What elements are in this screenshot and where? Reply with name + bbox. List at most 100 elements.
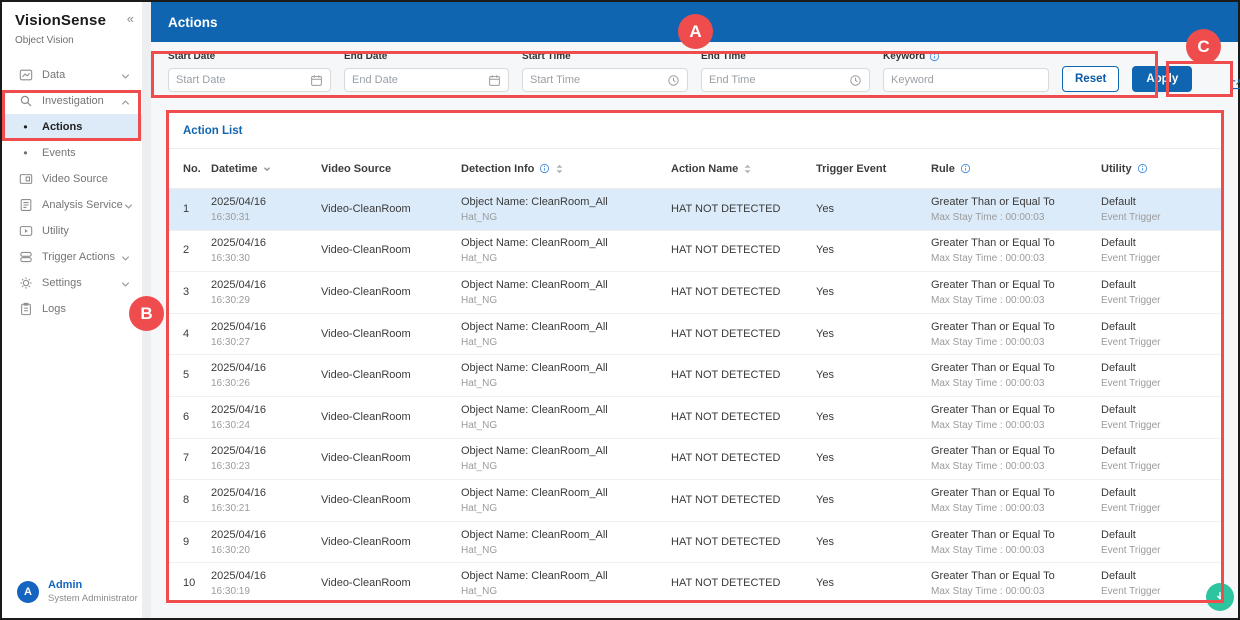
export-icon (1230, 78, 1240, 91)
sort-desc-icon[interactable] (262, 164, 272, 174)
cell-date: 2025/04/1616:30:29 (211, 279, 321, 306)
table-row[interactable]: 72025/04/1616:30:23Video-CleanRoomObject… (167, 439, 1222, 481)
cell-action_name: HAT NOT DETECTED (671, 244, 816, 257)
sidebar-item-label: Investigation (42, 95, 120, 107)
start-date-input[interactable] (176, 74, 304, 86)
sidebar-item-analysis-service[interactable]: Analysis Service (2, 192, 142, 218)
cell-utility_main: DefaultEvent Trigger (1101, 487, 1206, 514)
cell-value: 2025/04/16 (211, 570, 321, 583)
table-row[interactable]: 22025/04/1616:30:30Video-CleanRoomObject… (167, 231, 1222, 273)
sidebar-item-video-source[interactable]: Video Source (2, 166, 142, 192)
table-body: 12025/04/1616:30:31Video-CleanRoomObject… (167, 189, 1222, 605)
sort-icon[interactable] (743, 163, 752, 175)
cell-trigger_event: Yes (816, 411, 931, 424)
cell-subvalue: Event Trigger (1101, 295, 1206, 306)
table-row[interactable]: 82025/04/1616:30:21Video-CleanRoomObject… (167, 480, 1222, 522)
cell-value: Default (1101, 404, 1206, 417)
user-panel[interactable]: A Admin System Administrator (2, 579, 142, 618)
video-icon (18, 172, 33, 187)
sort-icon[interactable] (555, 163, 564, 175)
cell-subvalue: 16:30:26 (211, 378, 321, 389)
cell-value: Default (1101, 570, 1206, 583)
cell-value: Greater Than or Equal To (931, 279, 1101, 292)
export-button[interactable]: Export (1224, 77, 1240, 92)
sidebar-item-events[interactable]: •Events (2, 140, 142, 166)
cell-value: Object Name: CleanRoom_All (461, 445, 671, 458)
cell-trigger_event: Yes (816, 286, 931, 299)
cell-value: 3 (183, 286, 211, 299)
clock-icon[interactable] (849, 74, 862, 87)
cell-trigger_event: Yes (816, 244, 931, 257)
sidebar-item-settings[interactable]: Settings (2, 270, 142, 296)
table-row[interactable]: 32025/04/1616:30:29Video-CleanRoomObject… (167, 272, 1222, 314)
column-header-label: No. (183, 163, 201, 175)
cell-value: Object Name: CleanRoom_All (461, 529, 671, 542)
cell-detection_main: Object Name: CleanRoom_AllHat_NG (461, 570, 671, 597)
reset-button[interactable]: Reset (1062, 66, 1119, 92)
cell-subvalue: 16:30:21 (211, 503, 321, 514)
download-icon (1213, 590, 1227, 604)
column-header-action-name[interactable]: Action Name (671, 163, 816, 175)
cell-subvalue: Event Trigger (1101, 337, 1206, 348)
column-header-datetime[interactable]: Datetime (211, 163, 321, 175)
filter-label-text: End Date (344, 51, 387, 62)
info-icon[interactable] (1137, 163, 1148, 174)
cell-value: Default (1101, 445, 1206, 458)
column-header-detection-info[interactable]: Detection Info (461, 163, 671, 175)
table-row[interactable]: 102025/04/1616:30:19Video-CleanRoomObjec… (167, 563, 1222, 605)
cell-value: 8 (183, 494, 211, 507)
sidebar-item-label: Analysis Service (42, 199, 123, 211)
cell-video_source: Video-CleanRoom (321, 244, 461, 257)
table-row[interactable]: 52025/04/1616:30:26Video-CleanRoomObject… (167, 355, 1222, 397)
info-icon[interactable] (960, 163, 971, 174)
table-row[interactable]: 42025/04/1616:30:27Video-CleanRoomObject… (167, 314, 1222, 356)
calendar-icon[interactable] (310, 74, 323, 87)
cell-date: 2025/04/1616:30:30 (211, 237, 321, 264)
cell-value: 9 (183, 536, 211, 549)
cell-value: Greater Than or Equal To (931, 445, 1101, 458)
download-fab[interactable] (1206, 583, 1234, 611)
cell-rule_main: Greater Than or Equal ToMax Stay Time : … (931, 321, 1101, 348)
info-icon[interactable] (539, 163, 550, 174)
sidebar-item-actions[interactable]: •Actions (2, 114, 142, 140)
sidebar-item-trigger-actions[interactable]: Trigger Actions (2, 244, 142, 270)
sidebar-item-investigation[interactable]: Investigation (2, 88, 142, 114)
sidebar-item-logs[interactable]: Logs (2, 296, 142, 322)
cell-action_name: HAT NOT DETECTED (671, 328, 816, 341)
start-time-input[interactable] (530, 74, 661, 86)
action-list-title: Action List (167, 113, 1222, 149)
cell-date: 2025/04/1616:30:20 (211, 529, 321, 556)
cell-subvalue: Event Trigger (1101, 253, 1206, 264)
sidebar-resize-gutter[interactable] (142, 2, 151, 618)
cell-date: 2025/04/1616:30:23 (211, 445, 321, 472)
cell-detection_main: Object Name: CleanRoom_AllHat_NG (461, 279, 671, 306)
table-row[interactable]: 12025/04/1616:30:31Video-CleanRoomObject… (167, 189, 1222, 231)
cell-rule_main: Greater Than or Equal ToMax Stay Time : … (931, 529, 1101, 556)
cell-rule_main: Greater Than or Equal ToMax Stay Time : … (931, 196, 1101, 223)
cell-value: Video-CleanRoom (321, 411, 461, 424)
keyword-input[interactable] (891, 74, 1041, 86)
clock-icon[interactable] (667, 74, 680, 87)
cell-value: HAT NOT DETECTED (671, 536, 816, 549)
cell-video_source: Video-CleanRoom (321, 369, 461, 382)
column-header-video-source: Video Source (321, 163, 461, 175)
sidebar-item-data[interactable]: Data (2, 62, 142, 88)
calendar-icon[interactable] (488, 74, 501, 87)
sidebar-item-utility[interactable]: Utility (2, 218, 142, 244)
cell-value: Yes (816, 577, 931, 590)
cell-detection_main: Object Name: CleanRoom_AllHat_NG (461, 404, 671, 431)
cell-action_name: HAT NOT DETECTED (671, 494, 816, 507)
end-date-input[interactable] (352, 74, 482, 86)
cell-value: HAT NOT DETECTED (671, 244, 816, 257)
cell-value: HAT NOT DETECTED (671, 577, 816, 590)
cell-trigger_event: Yes (816, 452, 931, 465)
cell-value: 2025/04/16 (211, 487, 321, 500)
table-row[interactable]: 92025/04/1616:30:20Video-CleanRoomObject… (167, 522, 1222, 564)
apply-button[interactable]: Apply (1132, 66, 1192, 92)
cell-action_name: HAT NOT DETECTED (671, 452, 816, 465)
table-row[interactable]: 62025/04/1616:30:24Video-CleanRoomObject… (167, 397, 1222, 439)
cell-value: Default (1101, 487, 1206, 500)
info-icon[interactable] (929, 51, 940, 62)
end-time-input[interactable] (709, 74, 843, 86)
sidebar-collapse-icon[interactable]: « (127, 12, 134, 26)
